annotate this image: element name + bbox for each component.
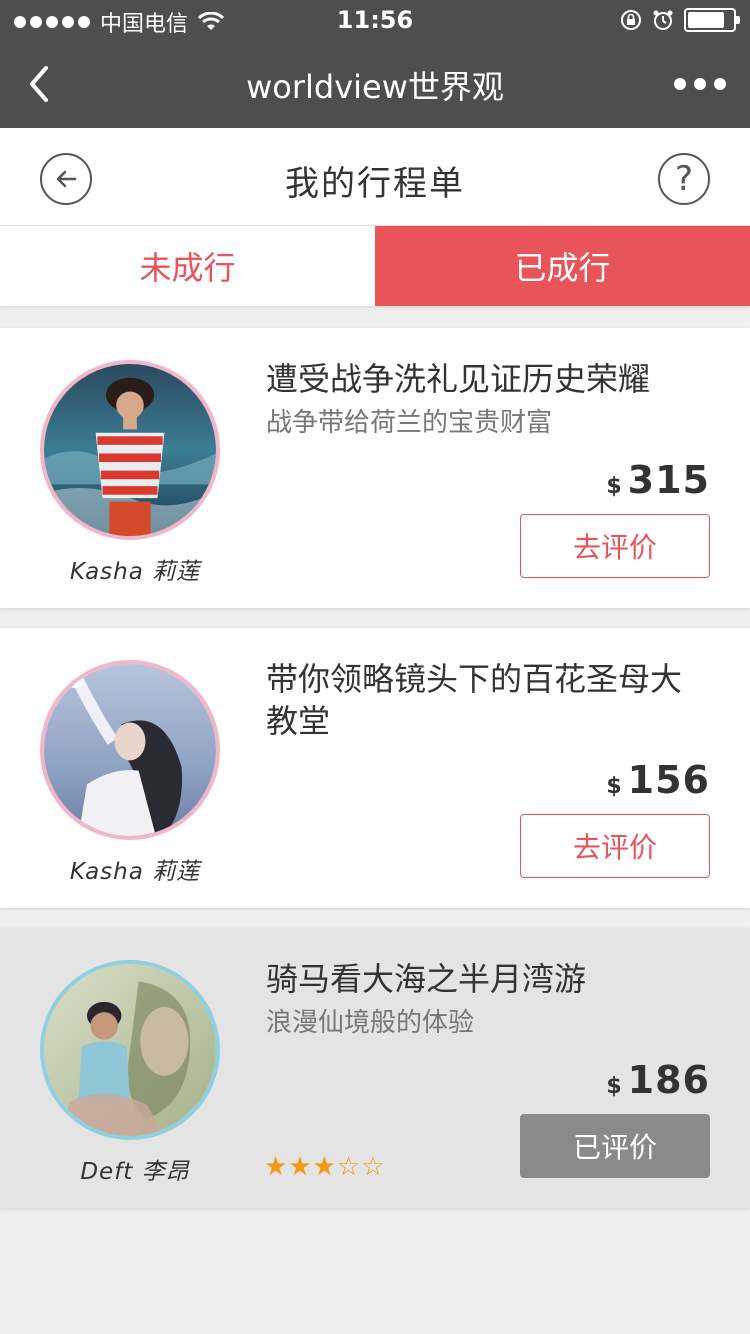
question-icon: ? [674, 159, 694, 199]
help-button[interactable]: ? [658, 153, 710, 205]
trip-card[interactable]: Kasha 莉莲 带你领略镜头下的百花圣母大教堂 $ 156 去评价 [0, 628, 750, 908]
trip-price: $ 186 [606, 1058, 710, 1102]
status-right [620, 8, 740, 32]
price-value: 315 [627, 458, 710, 502]
price-value: 156 [627, 758, 710, 802]
nav-title: worldview世界观 [246, 68, 504, 106]
reviewed-button[interactable]: 已评价 [520, 1114, 710, 1178]
trip-title[interactable]: 遭受战争洗礼见证历史荣耀 [266, 358, 706, 400]
alarm-icon [653, 10, 673, 30]
rating-stars: ★★★☆☆ [264, 1152, 386, 1182]
trip-price: $ 156 [606, 758, 710, 802]
review-button[interactable]: 去评价 [520, 814, 710, 878]
trip-title[interactable]: 骑马看大海之半月湾游 [266, 958, 706, 1000]
price-value: 186 [627, 1058, 710, 1102]
tab-traveled[interactable]: 已成行 [375, 226, 750, 306]
guide-avatar[interactable] [40, 960, 220, 1140]
page-header: 我的行程单 ? [0, 128, 750, 226]
more-icon[interactable] [674, 78, 726, 90]
page-title: 我的行程单 [285, 164, 465, 204]
battery-icon [684, 8, 740, 32]
trip-card[interactable]: Deft 李昂 骑马看大海之半月湾游 浪漫仙境般的体验 $ 186 ★★★☆☆ … [0, 928, 750, 1208]
review-button[interactable]: 去评价 [520, 514, 710, 578]
trip-price: $ 315 [606, 458, 710, 502]
rotation-lock-icon [621, 10, 641, 30]
guide-name: Kasha 莉莲 [69, 859, 201, 885]
guide-name: Kasha 莉莲 [69, 559, 201, 585]
trip-subtitle: 战争带给荷兰的宝贵财富 [266, 408, 553, 438]
currency-symbol: $ [606, 1074, 622, 1099]
guide-avatar[interactable] [40, 360, 220, 540]
trip-subtitle: 浪漫仙境般的体验 [266, 1008, 475, 1038]
trip-card[interactable]: Kasha 莉莲 遭受战争洗礼见证历史荣耀 战争带给荷兰的宝贵财富 $ 315 … [0, 328, 750, 608]
status-bar: 中国电信 11:56 [0, 0, 750, 40]
tab-not-traveled[interactable]: 未成行 [0, 226, 375, 306]
currency-symbol: $ [606, 474, 622, 499]
nav-bar: worldview世界观 [0, 40, 750, 128]
guide-avatar[interactable] [40, 660, 220, 840]
trip-title[interactable]: 带你领略镜头下的百花圣母大教堂 [266, 658, 706, 742]
currency-symbol: $ [606, 774, 622, 799]
trip-tabs: 未成行 已成行 [0, 226, 750, 306]
guide-name: Deft 李昂 [80, 1159, 190, 1185]
